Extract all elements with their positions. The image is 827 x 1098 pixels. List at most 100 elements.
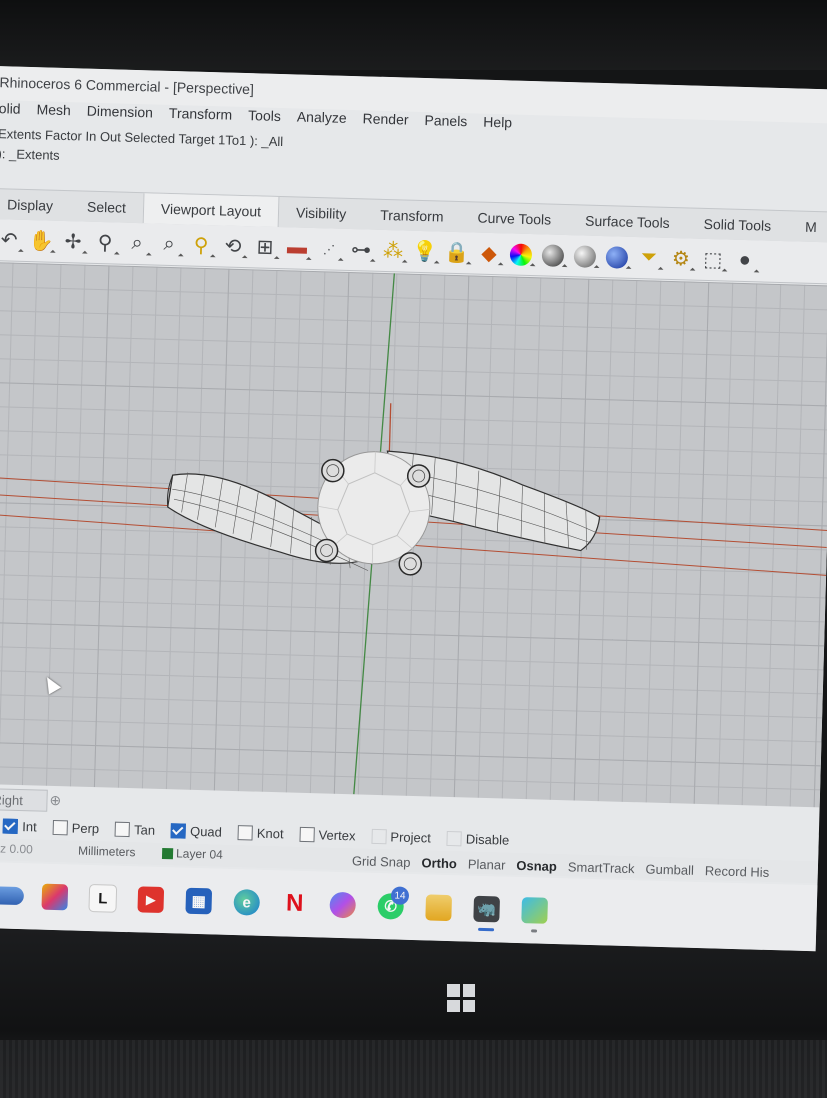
osnap-toggle[interactable]: Osnap <box>516 858 557 874</box>
environment-icon[interactable]: ● <box>728 244 761 277</box>
netflix-icon[interactable]: N <box>270 879 319 928</box>
car-named-view-icon[interactable]: ▬ <box>281 232 314 265</box>
osnap-quad-label: Quad <box>189 823 223 840</box>
menu-solid[interactable]: olid <box>0 100 21 125</box>
osnap-project-label: Project <box>390 828 432 845</box>
gumball-toggle[interactable]: Gumball <box>645 862 694 878</box>
osnap-vertex[interactable]: Vertex <box>293 826 356 843</box>
menu-mesh[interactable]: Mesh <box>36 101 71 126</box>
osnap-perp-label: Perp <box>71 819 100 836</box>
tab-more[interactable]: M <box>788 211 827 242</box>
osnap-perp[interactable]: Perp <box>47 819 100 836</box>
osnap-disable[interactable]: Disable <box>441 830 509 847</box>
viewport-tab-right[interactable]: Right <box>0 787 48 812</box>
osnap-vertex-checkbox[interactable] <box>299 826 315 842</box>
file-explorer-icon[interactable] <box>414 883 463 932</box>
keyshot-icon[interactable] <box>0 871 31 920</box>
light-bulb-icon[interactable]: 💡 <box>409 235 442 268</box>
running-indicator <box>531 929 538 933</box>
copilot-icon[interactable] <box>318 880 367 929</box>
menu-help[interactable]: Help <box>483 114 512 139</box>
office-icon[interactable]: ▦ <box>174 876 223 925</box>
current-layer[interactable]: Layer 04 <box>176 846 223 861</box>
tab-select[interactable]: Select <box>70 191 144 223</box>
menu-analyze[interactable]: Analyze <box>296 108 347 133</box>
four-viewports-icon[interactable]: ⊞ <box>249 231 282 264</box>
youtube-icon[interactable]: ▶ <box>126 875 175 924</box>
osnap-disable-checkbox[interactable] <box>446 830 463 846</box>
osnap-perp-checkbox[interactable] <box>52 819 68 835</box>
menu-panels[interactable]: Panels <box>424 112 467 137</box>
selection-icon[interactable]: ⬚ <box>696 243 729 276</box>
named-cplane-icon[interactable]: ⋰ <box>313 232 346 265</box>
edge-icon[interactable]: e <box>222 878 271 927</box>
menu-render[interactable]: Render <box>362 110 408 135</box>
pan-hand-icon[interactable]: ✋ <box>25 224 58 257</box>
osnap-quad[interactable]: Quad <box>165 822 223 840</box>
osnap-project-checkbox[interactable] <box>371 828 387 844</box>
tab-transform[interactable]: Transform <box>363 199 461 232</box>
set-cplane-icon[interactable]: ⊶ <box>345 233 378 266</box>
osnap-tan-label: Tan <box>133 821 156 838</box>
photos-icon[interactable] <box>30 872 79 921</box>
lock-icon[interactable]: 🔒 <box>441 236 474 269</box>
rotate-view-icon[interactable]: ⟲ <box>217 230 250 263</box>
record-history-toggle[interactable]: Record His <box>705 863 770 880</box>
gear-icon[interactable]: ⚙ <box>664 242 697 275</box>
osnap-knot-checkbox[interactable] <box>237 824 254 841</box>
tab-viewport-layout[interactable]: Viewport Layout <box>142 193 280 228</box>
undo-view-icon[interactable]: ↶ <box>0 224 26 257</box>
move-axes-icon[interactable]: ✢ <box>57 225 90 258</box>
capcut-icon[interactable]: L <box>78 874 127 923</box>
prong-bottom-right <box>398 552 423 576</box>
rendered-sphere-icon[interactable] <box>568 240 601 273</box>
tab-display[interactable]: Display <box>0 189 70 221</box>
whatsapp-icon[interactable]: ✆ 14 <box>366 882 415 931</box>
perspective-viewport[interactable] <box>0 261 827 808</box>
add-viewport-icon[interactable]: ⊕ <box>49 792 61 809</box>
layer-color-swatch <box>161 848 174 860</box>
tab-solid-tools[interactable]: Solid Tools <box>686 208 788 241</box>
z-coordinate: z 0.00 <box>0 841 34 857</box>
speaker-grille <box>0 1040 827 1098</box>
osnap-tan-checkbox[interactable] <box>114 821 131 837</box>
zoom-extents-icon[interactable]: ⌕ <box>153 228 186 261</box>
tab-surface-tools[interactable]: Surface Tools <box>568 205 687 238</box>
osnap-tan[interactable]: Tan <box>109 821 155 837</box>
menu-transform[interactable]: Transform <box>168 105 233 131</box>
screen: Rhinoceros 6 Commercial - [Perspective] … <box>0 66 827 952</box>
osnap-quad-checkbox[interactable] <box>170 822 187 839</box>
teams-icon[interactable] <box>510 886 559 935</box>
menu-dimension[interactable]: Dimension <box>86 103 154 129</box>
osnap-int[interactable]: Int <box>0 818 37 834</box>
shaded-sphere-icon[interactable] <box>536 239 569 272</box>
zoom-selected-icon[interactable]: ⚲ <box>185 229 218 262</box>
running-indicator <box>478 927 495 932</box>
tab-visibility[interactable]: Visibility <box>279 197 364 229</box>
grid-snap-toggle[interactable]: Grid Snap <box>352 853 411 870</box>
tab-curve-tools[interactable]: Curve Tools <box>460 202 568 235</box>
blue-sphere-icon[interactable] <box>600 241 633 274</box>
filter-icon[interactable]: ⏷ <box>632 241 665 274</box>
osnap-knot-label: Knot <box>256 825 284 841</box>
color-wheel-icon[interactable] <box>505 238 538 271</box>
units-label[interactable]: Millimeters <box>78 844 136 860</box>
menu-tools[interactable]: Tools <box>248 107 281 132</box>
ring-model[interactable] <box>0 262 827 807</box>
osnap-int-checkbox[interactable] <box>3 818 19 834</box>
prong-bottom-left <box>314 538 339 563</box>
zoom-icon[interactable]: ⚲ <box>89 226 122 259</box>
osnap-knot[interactable]: Knot <box>232 824 284 841</box>
ortho-toggle[interactable]: Ortho <box>421 855 457 871</box>
zoom-window-icon[interactable]: ⌕ <box>121 227 154 260</box>
material-icon[interactable]: ◆ <box>473 237 506 270</box>
rhino-icon[interactable]: 🦏 <box>462 884 511 933</box>
osnap-project[interactable]: Project <box>365 828 431 845</box>
notification-badge: 14 <box>390 886 410 905</box>
planar-toggle[interactable]: Planar <box>468 857 506 873</box>
object-snap-icon[interactable]: ⁂ <box>377 234 410 267</box>
smarttrack-toggle[interactable]: SmartTrack <box>568 859 635 876</box>
osnap-vertex-label: Vertex <box>318 826 356 843</box>
command-prompt[interactable]: ): _Extents <box>0 146 60 163</box>
prong-top-right <box>406 464 431 488</box>
